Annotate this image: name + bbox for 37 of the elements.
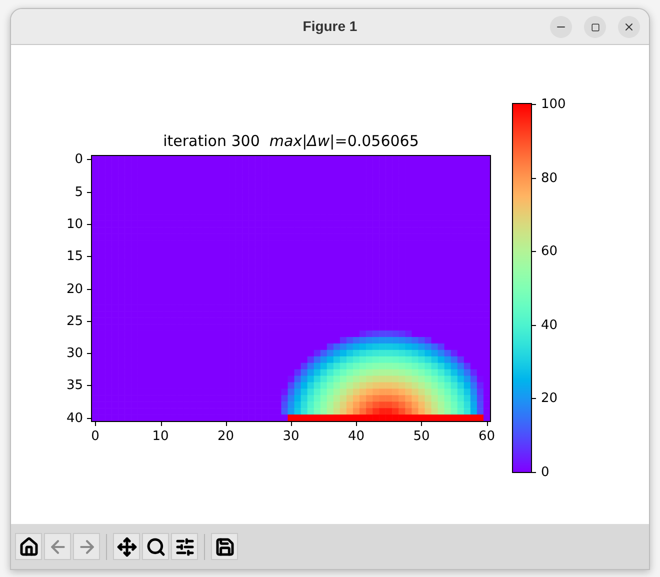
maximize-button[interactable] <box>584 16 606 38</box>
y-tick-label: 30 <box>66 347 83 360</box>
y-tick-label: 10 <box>66 218 83 231</box>
colorbar-tick-label: 100 <box>541 98 566 111</box>
x-tick-label: 30 <box>282 430 300 443</box>
y-tick-label: 15 <box>66 250 83 264</box>
window-title: Figure 1 <box>302 17 358 36</box>
x-tick-label: 20 <box>217 430 234 443</box>
colorbar-tick-label: 40 <box>541 318 558 332</box>
plot-title: iteration 300 max|Δw|=0.056065 <box>163 134 419 149</box>
close-button[interactable] <box>618 16 640 38</box>
y-tick-label: 25 <box>66 314 83 328</box>
y-tick-label: 0 <box>74 153 83 166</box>
x-tick-label: 50 <box>413 430 430 443</box>
x-tick-label: 10 <box>152 430 169 443</box>
y-tick-label: 5 <box>74 186 83 199</box>
search-icon <box>146 536 166 556</box>
x-tick-label: 60 <box>478 430 495 443</box>
y-tick-label: 35 <box>66 379 83 392</box>
y-tick-label: 20 <box>66 282 83 296</box>
x-tick-label: 0 <box>91 430 100 443</box>
toolbar-button[interactable] <box>15 533 42 560</box>
sliders-icon <box>174 536 194 556</box>
maximize-icon <box>590 22 600 32</box>
toolbar-button[interactable] <box>113 533 140 560</box>
toolbar-button[interactable] <box>171 533 198 560</box>
toolbar-button[interactable] <box>142 533 169 560</box>
move-icon <box>116 536 136 556</box>
colorbar-tick-label: 20 <box>541 392 558 406</box>
colorbar-tick-label: 0 <box>541 466 550 479</box>
x-tick-label: 40 <box>348 430 364 443</box>
y-tick-label: 40 <box>66 412 83 425</box>
toolbar-button[interactable] <box>211 533 238 560</box>
close-icon <box>623 21 635 33</box>
home-icon <box>18 536 38 556</box>
colorbar-tick-label: 60 <box>541 245 558 258</box>
colorbar-tick-label: 80 <box>541 172 558 185</box>
